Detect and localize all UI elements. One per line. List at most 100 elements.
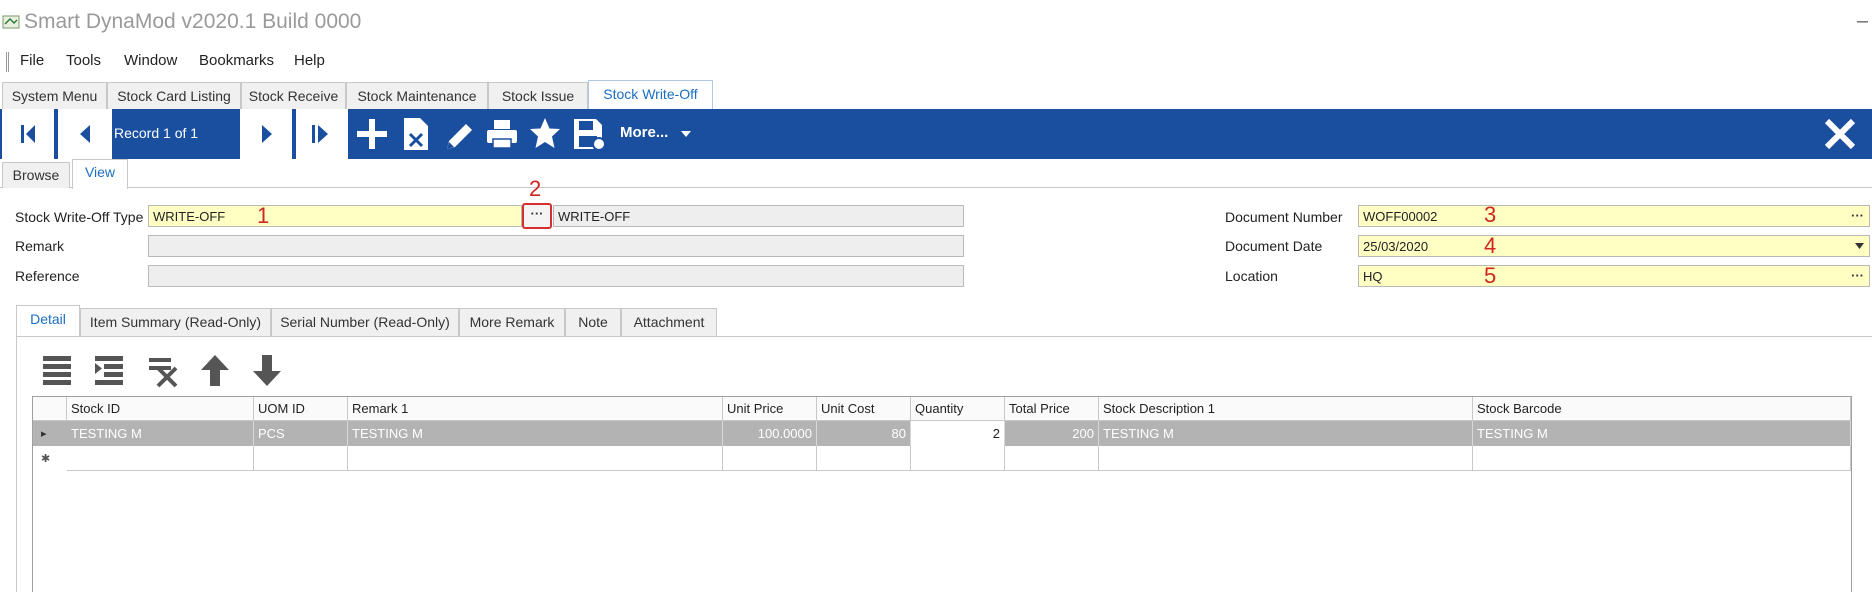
app-icon [2, 15, 20, 29]
menu-grip [6, 52, 9, 72]
delete-button[interactable] [396, 109, 436, 159]
new-cell[interactable] [1005, 446, 1099, 471]
more-menu-button[interactable]: More... [620, 124, 668, 141]
write-off-type-description: WRITE-OFF [553, 205, 964, 227]
write-off-type-label: Stock Write-Off Type [15, 209, 144, 225]
menu-bookmarks[interactable]: Bookmarks [199, 52, 274, 69]
new-cell[interactable] [1473, 446, 1851, 471]
new-cell[interactable] [254, 446, 348, 471]
minimize-button[interactable]: – [1857, 10, 1868, 33]
cell-stock-id[interactable]: TESTING M [67, 421, 254, 446]
current-row-indicator: ▸ [41, 428, 47, 440]
tab-note[interactable]: Note [565, 308, 621, 336]
cell-uom-id[interactable]: PCS [254, 421, 348, 446]
bookmark-star-icon [530, 118, 560, 148]
edit-button[interactable] [438, 109, 478, 159]
new-cell[interactable] [911, 446, 1005, 471]
column-header-unit-price[interactable]: Unit Price [723, 397, 817, 421]
close-icon [1824, 118, 1856, 150]
next-record-button[interactable] [240, 109, 292, 159]
column-header-unit-cost[interactable]: Unit Cost [817, 397, 911, 421]
edit-icon [447, 124, 472, 149]
save-button[interactable] [568, 109, 608, 159]
column-header-remark-1[interactable]: Remark 1 [348, 397, 723, 421]
tab-item-summary[interactable]: Item Summary (Read-Only) [80, 308, 271, 336]
print-button[interactable] [482, 109, 522, 159]
new-cell[interactable] [723, 446, 817, 471]
tab-stock-card-listing[interactable]: Stock Card Listing [107, 82, 241, 109]
document-date-label: Document Date [1225, 238, 1323, 254]
new-row-indicator: ✱ [41, 453, 51, 465]
print-icon [487, 120, 517, 149]
reference-label: Reference [15, 268, 80, 284]
move-up-icon[interactable] [199, 352, 231, 388]
tab-system-menu[interactable]: System Menu [2, 82, 107, 109]
marker-2: 2 [529, 176, 542, 201]
column-header-total-price[interactable]: Total Price [1005, 397, 1099, 421]
first-record-icon [21, 125, 35, 143]
document-number-lookup-button[interactable]: ··· [1851, 208, 1864, 223]
table-row[interactable]: ▸ TESTING M PCS TESTING M 100.0000 80 2 … [33, 421, 1851, 446]
move-down-icon[interactable] [251, 352, 283, 388]
window-title: Smart DynaMod v2020.1 Build 0000 [24, 10, 362, 33]
column-header-quantity[interactable]: Quantity [911, 397, 1005, 421]
cell-total-price[interactable]: 200 [1005, 421, 1099, 446]
record-toolbar: Record 1 of 1 More... [0, 109, 1872, 159]
cell-stock-barcode[interactable]: TESTING M [1473, 421, 1851, 446]
reference-input[interactable] [148, 265, 964, 287]
write-off-type-lookup-button[interactable]: ··· [522, 203, 552, 229]
add-row-icon[interactable] [40, 352, 76, 388]
date-dropdown-icon[interactable] [1855, 243, 1864, 249]
new-row[interactable]: ✱ [33, 446, 1851, 471]
module-tab-bar: System Menu Stock Card Listing Stock Rec… [0, 80, 1872, 109]
tab-browse[interactable]: Browse [2, 162, 70, 188]
tab-detail[interactable]: Detail [16, 305, 80, 337]
last-record-button[interactable] [296, 109, 348, 159]
menu-help[interactable]: Help [294, 52, 325, 69]
tab-serial-number[interactable]: Serial Number (Read-Only) [271, 308, 459, 336]
remark-input[interactable] [148, 235, 964, 257]
menu-window[interactable]: Window [124, 52, 177, 69]
tab-stock-write-off[interactable]: Stock Write-Off [588, 80, 713, 109]
cell-quantity[interactable]: 2 [911, 421, 1005, 446]
column-header-stock-description-1[interactable]: Stock Description 1 [1099, 397, 1473, 421]
first-record-button[interactable] [2, 109, 54, 159]
bookmark-button[interactable] [525, 109, 565, 159]
document-date-input[interactable]: 25/03/2020 [1358, 235, 1870, 257]
add-button[interactable] [352, 109, 392, 159]
add-icon [357, 119, 387, 149]
tab-stock-receive[interactable]: Stock Receive [241, 82, 346, 109]
tab-stock-maintenance[interactable]: Stock Maintenance [346, 82, 488, 109]
close-form-button[interactable] [1818, 109, 1862, 159]
menu-file[interactable]: File [20, 52, 44, 69]
previous-record-button[interactable] [58, 109, 112, 159]
new-cell[interactable] [817, 446, 911, 471]
tab-stock-issue[interactable]: Stock Issue [488, 82, 588, 109]
cell-unit-price[interactable]: 100.0000 [723, 421, 817, 446]
menu-bar: File Tools Window Bookmarks Help [0, 48, 1872, 76]
write-off-type-input[interactable]: WRITE-OFF [148, 205, 522, 227]
document-number-input[interactable]: WOFF00002 [1358, 205, 1870, 227]
menu-tools[interactable]: Tools [66, 52, 101, 69]
grid-row-header [33, 397, 67, 421]
new-cell[interactable] [67, 446, 254, 471]
column-header-uom-id[interactable]: UOM ID [254, 397, 348, 421]
cell-unit-cost[interactable]: 80 [817, 421, 911, 446]
tab-view[interactable]: View [72, 159, 128, 189]
marker-4: 4 [1484, 233, 1497, 258]
tab-attachment[interactable]: Attachment [621, 308, 717, 336]
column-header-stock-id[interactable]: Stock ID [67, 397, 254, 421]
location-input[interactable]: HQ [1358, 265, 1870, 287]
delete-row-icon[interactable] [146, 352, 182, 388]
cell-remark-1[interactable]: TESTING M [348, 421, 723, 446]
tab-more-remark[interactable]: More Remark [459, 308, 565, 336]
new-cell[interactable] [1099, 446, 1473, 471]
cell-stock-description-1[interactable]: TESTING M [1099, 421, 1473, 446]
marker-1: 1 [257, 203, 270, 228]
previous-record-icon [80, 125, 90, 143]
column-header-stock-barcode[interactable]: Stock Barcode [1473, 397, 1851, 421]
new-cell[interactable] [348, 446, 723, 471]
record-counter: Record 1 of 1 [114, 125, 199, 141]
insert-row-icon[interactable] [92, 352, 128, 388]
location-lookup-button[interactable]: ··· [1851, 268, 1864, 283]
